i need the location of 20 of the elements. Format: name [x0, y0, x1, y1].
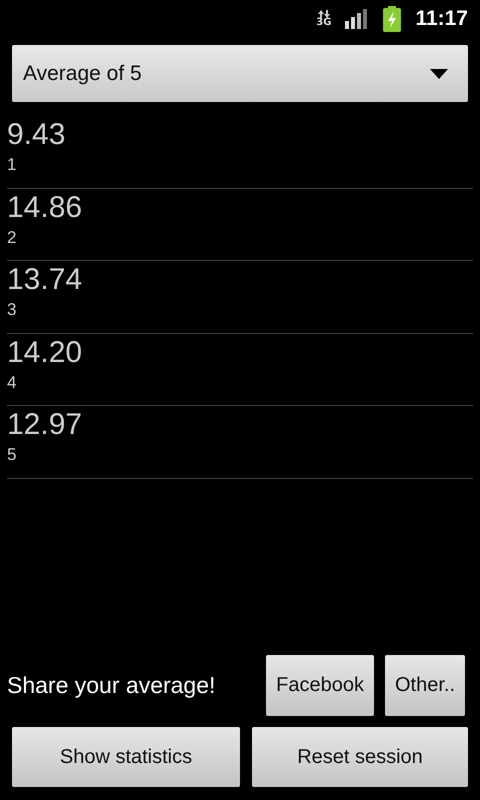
- signal-icon: [345, 9, 370, 29]
- share-button[interactable]: Other..: [384, 654, 465, 716]
- share-label: Share your average!: [7, 672, 216, 698]
- time-value: 12.97: [7, 407, 82, 443]
- dropdown-arrow-icon: [430, 68, 448, 78]
- time-value: 14.20: [7, 334, 82, 370]
- action-button[interactable]: Show statistics: [12, 727, 240, 787]
- solve-number: 5: [7, 444, 16, 466]
- battery-charging-icon: [383, 6, 402, 32]
- solve-number: 1: [7, 154, 16, 176]
- solve-number: 3: [7, 299, 16, 321]
- clock: 11:17: [415, 7, 468, 31]
- time-value: 14.86: [7, 190, 82, 226]
- share-button[interactable]: Facebook: [266, 654, 374, 716]
- solve-number: 2: [7, 226, 16, 248]
- time-value: 13.74: [7, 262, 82, 298]
- action-button[interactable]: Reset session: [252, 727, 468, 787]
- time-value: 9.43: [7, 117, 66, 153]
- solve-number: 4: [7, 372, 16, 394]
- average-dropdown[interactable]: Average of 5: [12, 45, 468, 102]
